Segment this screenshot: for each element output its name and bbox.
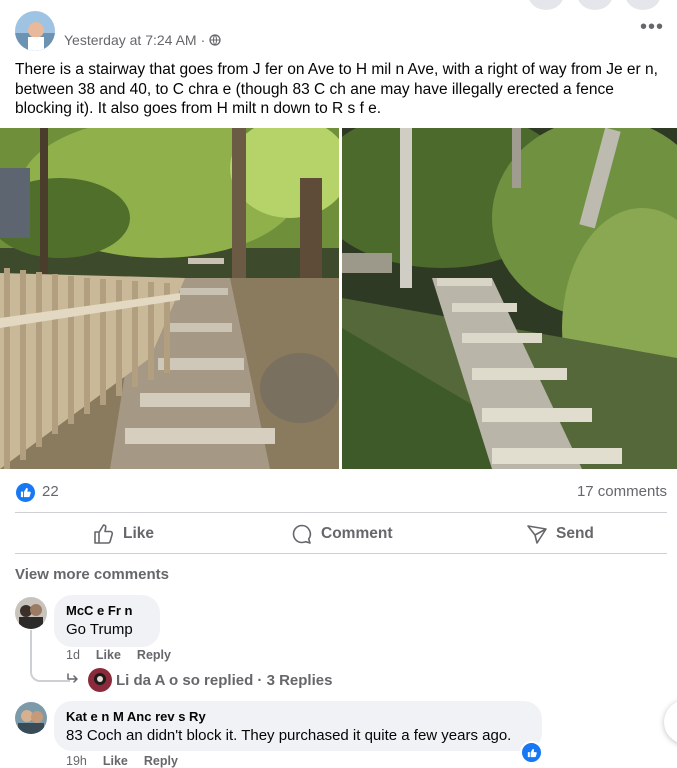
comment-meta-1: 1d Like Reply — [66, 648, 171, 662]
author-avatar[interactable] — [15, 11, 55, 51]
floating-action-button[interactable] — [664, 700, 677, 744]
comment-like-button-1[interactable]: Like — [96, 648, 121, 662]
top-action-button-1[interactable] — [528, 0, 564, 10]
thumbs-up-icon — [93, 523, 115, 545]
post-photo-left[interactable] — [0, 128, 339, 469]
comment-time-2[interactable]: 19h — [66, 754, 87, 768]
like-reaction-icon[interactable] — [16, 483, 35, 502]
ellipsis-icon[interactable]: ••• — [640, 17, 664, 37]
globe-icon — [209, 34, 221, 46]
replies-summary-link[interactable]: Li da A o so replied · 3 Replies — [116, 672, 332, 689]
commenter-avatar-2[interactable] — [15, 702, 47, 734]
comment-author-1[interactable]: McC e Fr n — [66, 603, 132, 618]
like-label: Like — [123, 525, 155, 542]
comment-text-1: Go Trump — [66, 621, 133, 638]
commenter-avatar-1[interactable] — [15, 597, 47, 629]
send-icon — [526, 523, 548, 545]
divider-top — [15, 512, 667, 513]
post-timestamp[interactable]: Yesterday at 7:24 AM — [64, 32, 197, 48]
comment-like-reaction-icon[interactable] — [520, 741, 543, 764]
replier-avatar[interactable] — [88, 668, 112, 692]
comment-reply-button-2[interactable]: Reply — [144, 754, 178, 768]
meta-separator: · — [200, 32, 206, 48]
post-text: There is a stairway that goes from J fer… — [15, 61, 658, 117]
comment-reply-button-1[interactable]: Reply — [137, 648, 171, 662]
comment-author-2[interactable]: Kat e n M Anc rev s Ry — [66, 709, 206, 724]
comment-button[interactable]: Comment — [291, 521, 392, 547]
reply-thread-line — [30, 630, 70, 682]
comments-count[interactable]: 17 comments — [577, 483, 667, 500]
post-stats: 22 17 comments — [0, 482, 677, 502]
view-more-comments-link[interactable]: View more comments — [15, 566, 169, 583]
comment-label: Comment — [321, 525, 393, 542]
comment-text-2: 83 Coch an didn't block it. They purchas… — [66, 727, 512, 744]
reactions-count[interactable]: 22 — [42, 483, 59, 500]
comment-meta-2: 19h Like Reply — [66, 754, 178, 768]
divider-bottom — [15, 553, 667, 554]
post-photo-right[interactable] — [342, 128, 677, 469]
send-button[interactable]: Send — [526, 521, 594, 547]
like-button[interactable]: Like — [93, 521, 154, 547]
comment-bubble-icon — [291, 523, 313, 545]
post-meta: Yesterday at 7:24 AM · — [64, 32, 221, 48]
top-action-button-2[interactable] — [577, 0, 613, 10]
reply-arrow-icon — [66, 672, 80, 691]
comment-bubble-2: Kat e n M Anc rev s Ry 83 Coch an didn't… — [54, 701, 542, 751]
top-action-button-3[interactable] — [625, 0, 661, 10]
comment-like-button-2[interactable]: Like — [103, 754, 128, 768]
send-label: Send — [556, 525, 594, 542]
